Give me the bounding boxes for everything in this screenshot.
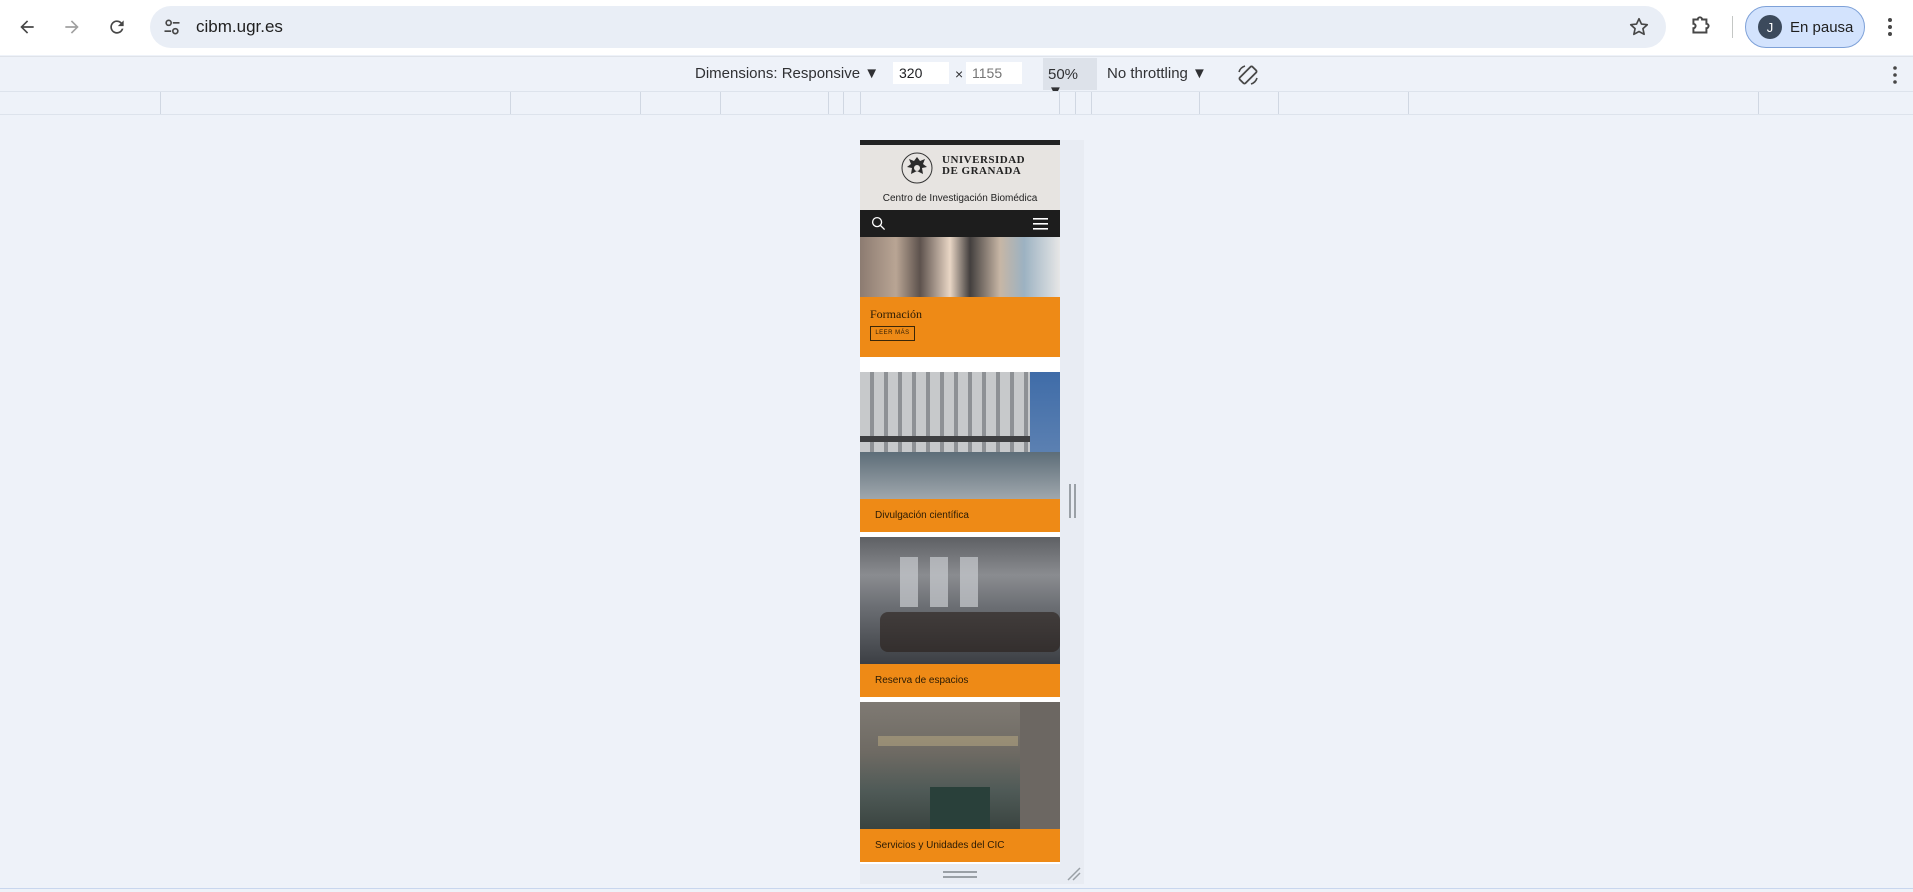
formacion-image[interactable] — [860, 237, 1060, 297]
toolbar-divider — [1732, 16, 1733, 38]
url-text[interactable]: cibm.ugr.es — [196, 17, 283, 37]
center-name: Centro de Investigación Biomédica — [882, 193, 1038, 204]
building-sign — [878, 736, 1018, 746]
reserva-card: Reserva de espacios — [860, 664, 1060, 697]
ruler-tick — [860, 92, 861, 114]
ruler-tick — [1408, 92, 1409, 114]
building-steps — [860, 452, 1060, 499]
ruler-tick — [843, 92, 844, 114]
ruler-tick — [1091, 92, 1092, 114]
ugr-crest-logo[interactable] — [900, 151, 934, 185]
zoom-dropdown[interactable]: 50% ▼ — [1043, 58, 1097, 100]
forward-button[interactable] — [56, 11, 88, 43]
ruler-tick — [160, 92, 161, 114]
hamburger-icon[interactable] — [1033, 218, 1048, 230]
height-input[interactable] — [966, 62, 1022, 84]
kebab-icon[interactable] — [1887, 64, 1903, 86]
building-pillar — [1020, 702, 1060, 829]
window — [900, 557, 918, 607]
ruler-tick — [1199, 92, 1200, 114]
emulated-page: UNIVERSIDAD DE GRANADA Centro de Investi… — [860, 140, 1060, 864]
building-sign — [860, 436, 1030, 442]
ruler-tick — [510, 92, 511, 114]
servicios-card: Servicios y Unidades del CIC — [860, 829, 1060, 862]
servicios-title[interactable]: Servicios y Unidades del CIC — [875, 840, 1005, 851]
times-sign: × — [955, 66, 964, 82]
university-line2: DE GRANADA — [942, 165, 1022, 177]
profile-button[interactable]: J En pausa — [1745, 6, 1865, 48]
ruler-tick — [1075, 92, 1076, 114]
media-query-ruler[interactable] — [0, 91, 1913, 115]
divulgacion-title[interactable]: Divulgación científica — [875, 510, 969, 521]
window — [930, 557, 948, 607]
avatar: J — [1758, 15, 1782, 39]
device-toolbar: Dimensions: Responsive ▼ × 50% ▼ No thro… — [0, 56, 1913, 100]
leer-mas-button[interactable]: LEER MÁS — [870, 326, 915, 341]
arrow-left-icon — [20, 20, 34, 34]
ruler-tick — [1059, 92, 1060, 114]
divulgacion-image[interactable] — [860, 372, 1060, 499]
reserva-title[interactable]: Reserva de espacios — [875, 675, 968, 686]
bottom-border — [0, 888, 1913, 889]
back-button[interactable] — [11, 11, 43, 43]
reserva-image[interactable] — [860, 537, 1060, 664]
formacion-title[interactable]: Formación — [870, 307, 922, 322]
arrow-right-icon — [65, 20, 79, 34]
building-door — [930, 787, 990, 829]
search-icon[interactable] — [871, 216, 886, 231]
site-info-button[interactable] — [160, 15, 184, 39]
ruler-tick — [1278, 92, 1279, 114]
browser-toolbar: cibm.ugr.es J En pausa — [0, 0, 1913, 55]
address-bar[interactable]: cibm.ugr.es — [150, 6, 1666, 48]
ruler-tick — [640, 92, 641, 114]
meeting-table — [880, 612, 1060, 652]
card-spacer — [860, 357, 1060, 372]
divulgacion-card: Divulgación científica — [860, 499, 1060, 532]
throttling-dropdown[interactable]: No throttling ▼ — [1107, 65, 1207, 82]
width-input[interactable] — [893, 62, 949, 84]
resize-handle-bottom[interactable] — [943, 871, 977, 878]
ruler-tick — [828, 92, 829, 114]
profile-status: En pausa — [1790, 18, 1854, 36]
star-icon[interactable] — [1628, 16, 1650, 38]
tune-icon — [164, 19, 180, 35]
kebab-icon[interactable] — [1878, 14, 1902, 40]
rotate-icon[interactable] — [1236, 63, 1260, 87]
window — [960, 557, 978, 607]
ruler-tick — [1758, 92, 1759, 114]
reload-button[interactable] — [101, 11, 133, 43]
dimensions-dropdown[interactable]: Dimensions: Responsive ▼ — [695, 65, 879, 82]
site-navbar — [860, 210, 1060, 237]
resize-handle-right[interactable] — [1069, 484, 1076, 518]
reload-icon — [110, 20, 124, 34]
servicios-image[interactable] — [860, 702, 1060, 829]
formacion-card: Formación LEER MÁS — [860, 297, 1060, 357]
ruler-tick — [720, 92, 721, 114]
resize-corner-icon[interactable] — [1066, 866, 1082, 882]
puzzle-icon[interactable] — [1688, 13, 1714, 39]
university-name: UNIVERSIDAD DE GRANADA — [942, 155, 1025, 177]
site-header: UNIVERSIDAD DE GRANADA Centro de Investi… — [860, 145, 1060, 210]
